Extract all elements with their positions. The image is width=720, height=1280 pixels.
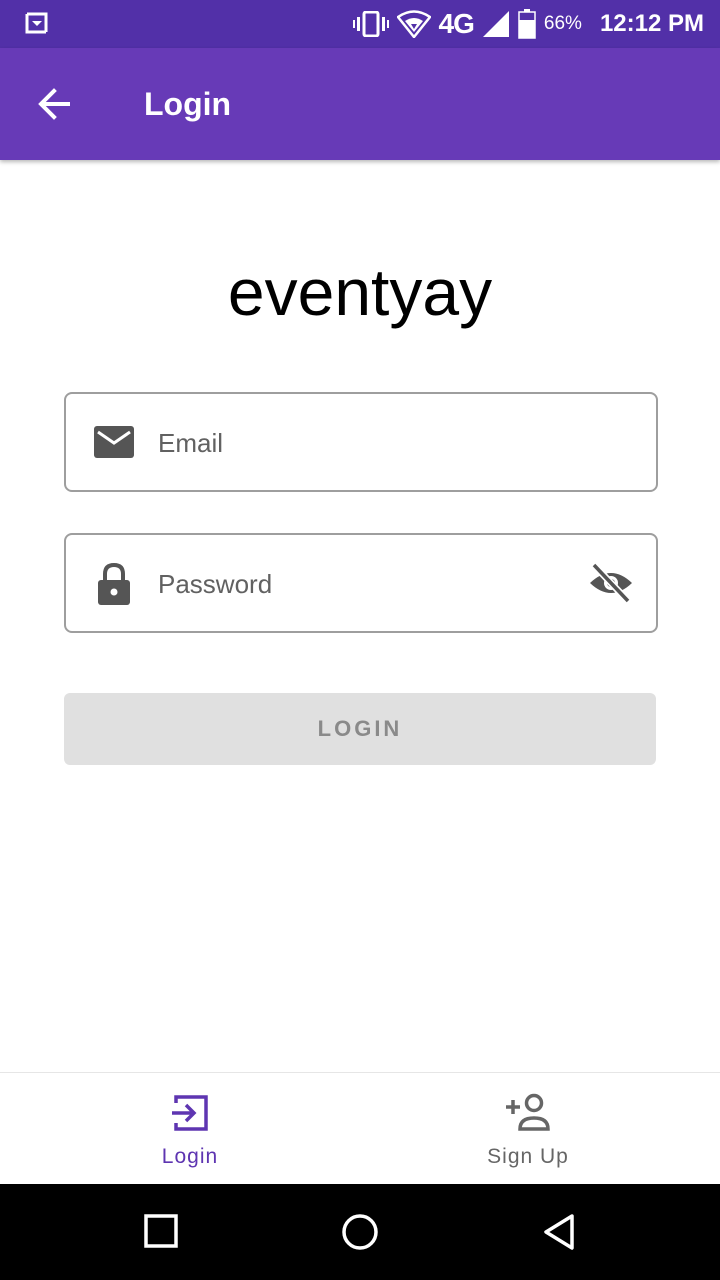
back-triangle-icon[interactable] — [540, 1212, 580, 1252]
email-input[interactable] — [156, 418, 580, 468]
email-field[interactable] — [64, 392, 658, 492]
person-add-icon — [506, 1093, 550, 1131]
lock-icon — [98, 562, 130, 605]
vibrate-icon — [352, 11, 389, 37]
nav-item-sign-up[interactable]: Sign Up — [348, 1073, 708, 1185]
email-icon — [94, 426, 134, 458]
home-circle-icon[interactable] — [340, 1212, 380, 1252]
password-field[interactable] — [64, 533, 658, 633]
visibility-off-icon[interactable] — [588, 561, 634, 605]
signal-icon — [482, 11, 509, 37]
bottom-navigation: Login Sign Up — [0, 1072, 720, 1185]
nav-item-login[interactable]: Login — [10, 1073, 370, 1185]
clock: 12:12 PM — [599, 10, 704, 37]
password-input[interactable] — [156, 559, 580, 609]
login-button[interactable]: LOGIN — [64, 693, 656, 765]
back-arrow-icon[interactable] — [34, 84, 74, 124]
battery-percent: 66% — [543, 13, 582, 34]
brand-logo-text: eventyay — [227, 255, 493, 329]
status-bar: 4G 66% 12:12 PM — [0, 0, 720, 48]
app-bar: Login — [0, 48, 720, 160]
wifi-icon — [396, 10, 431, 38]
screenshot-icon — [25, 12, 48, 34]
network-type: 4G — [438, 8, 475, 39]
nav-label-login: Login — [161, 1145, 219, 1168]
system-navigation-bar — [0, 1184, 720, 1280]
status-icons: 4G 66% 12:12 PM — [352, 0, 704, 48]
recents-square-icon[interactable] — [142, 1212, 182, 1252]
login-icon — [172, 1095, 208, 1131]
page-title: Login — [144, 86, 232, 122]
nav-label-sign-up: Sign Up — [487, 1145, 569, 1168]
battery-icon — [518, 9, 536, 39]
